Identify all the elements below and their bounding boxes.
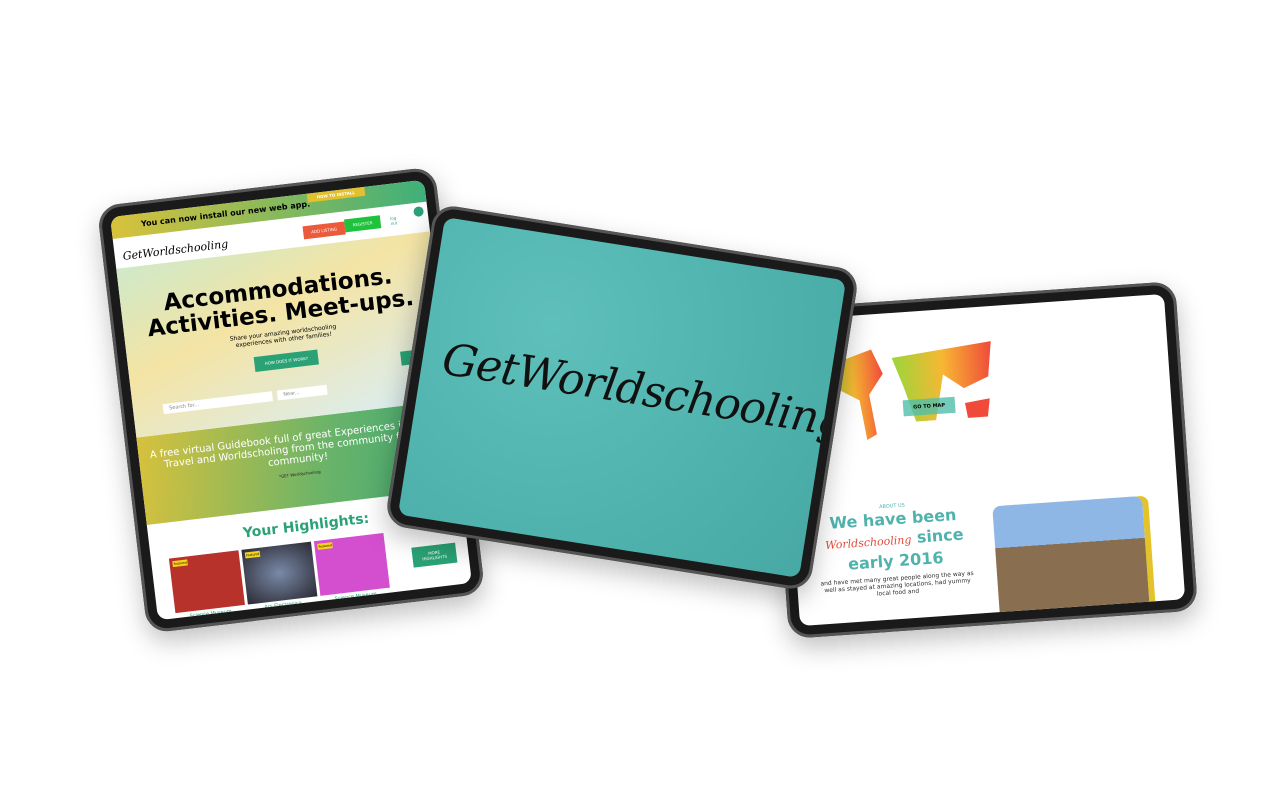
- featured-badge: Featured: [244, 550, 261, 559]
- how-to-install-button[interactable]: HOW TO INSTALL: [306, 186, 366, 203]
- family-photo: [992, 495, 1151, 627]
- heading-line3: early 2016: [847, 547, 945, 574]
- featured-badge: Featured: [317, 542, 334, 550]
- card-image: Featured: [241, 541, 318, 605]
- menu-icon[interactable]: [413, 206, 425, 218]
- card-image: Featured: [313, 532, 390, 596]
- location-input[interactable]: Near...: [276, 384, 328, 401]
- highlight-card[interactable]: Featured Science Museum: [168, 550, 246, 620]
- featured-badge: Featured: [172, 559, 189, 568]
- card-image: Featured: [168, 550, 245, 614]
- splash-logo: GetWorldschooling: [438, 333, 847, 448]
- how-does-it-work-button[interactable]: HOW DOES IT WORK?: [253, 349, 319, 372]
- about-heading: We have been Worldschooling since early 20…: [812, 504, 976, 577]
- add-listing-button[interactable]: ADD LISTING: [302, 221, 346, 240]
- heading-script: Worldschooling: [824, 533, 912, 553]
- splash-screen: GetWorldschooling: [397, 217, 847, 578]
- center-tablet: GetWorldschooling: [384, 203, 860, 592]
- register-button[interactable]: REGISTER: [343, 215, 382, 233]
- highlight-card[interactable]: Featured Science Museum: [313, 532, 391, 604]
- highlight-card[interactable]: Featured Ars Electronica: [241, 541, 318, 613]
- logout-link[interactable]: log out: [381, 211, 403, 231]
- heading-line2: since: [916, 524, 965, 547]
- about-section: ABOUT US We have been Worldschooling sinc…: [812, 498, 978, 602]
- search-input[interactable]: Search for...: [162, 391, 274, 415]
